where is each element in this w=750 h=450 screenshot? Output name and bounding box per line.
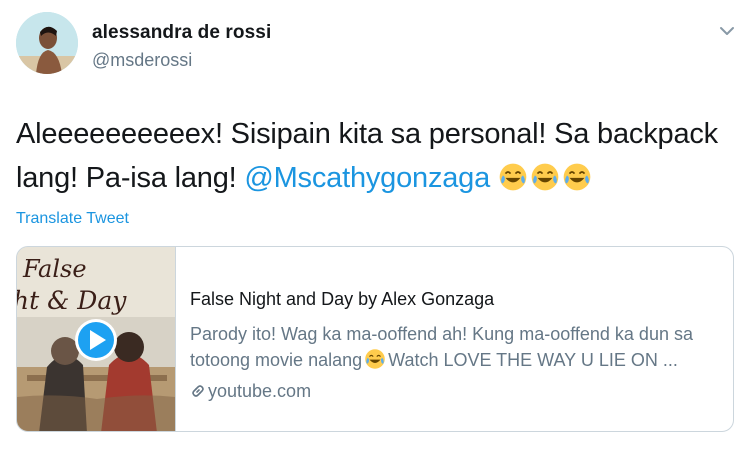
card-description: Parody ito! Wag ka ma-ooffend ah! Kung m… <box>190 321 720 373</box>
link-icon <box>192 385 204 397</box>
chevron-down-icon[interactable] <box>718 24 736 38</box>
card-thumbnail[interactable]: False ht & Day <box>17 247 176 431</box>
laughing-emoji-icon <box>531 163 559 191</box>
mention-link[interactable]: @Mscathygonzaga <box>244 162 490 194</box>
laughing-emoji-icon <box>563 163 591 191</box>
card-title[interactable]: False Night and Day by Alex Gonzaga <box>190 287 720 311</box>
card-body[interactable]: False Night and Day by Alex Gonzaga Paro… <box>190 287 720 403</box>
card-domain-text: youtube.com <box>208 381 312 401</box>
avatar[interactable] <box>16 12 78 74</box>
laughing-emoji-icon <box>499 163 527 191</box>
link-card[interactable]: False ht & Day False Night and Day by Al… <box>16 246 734 432</box>
laughing-emoji-icon <box>365 349 385 369</box>
user-handle[interactable]: @msderossi <box>92 50 192 71</box>
tweet-text: Aleeeeeeeeeex! Sisipain kita sa personal… <box>16 112 736 200</box>
thumbnail-caption-1: False <box>22 255 87 283</box>
thumbnail-image: False ht & Day <box>17 247 175 431</box>
translate-tweet-link[interactable]: Translate Tweet <box>16 210 129 228</box>
thumbnail-caption-2: ht & Day <box>17 286 127 315</box>
avatar-image <box>16 12 78 74</box>
display-name[interactable]: alessandra de rossi <box>92 22 271 44</box>
card-description-text-2: Watch LOVE THE WAY U LIE ON ... <box>388 350 678 370</box>
card-domain: youtube.com <box>190 379 720 403</box>
